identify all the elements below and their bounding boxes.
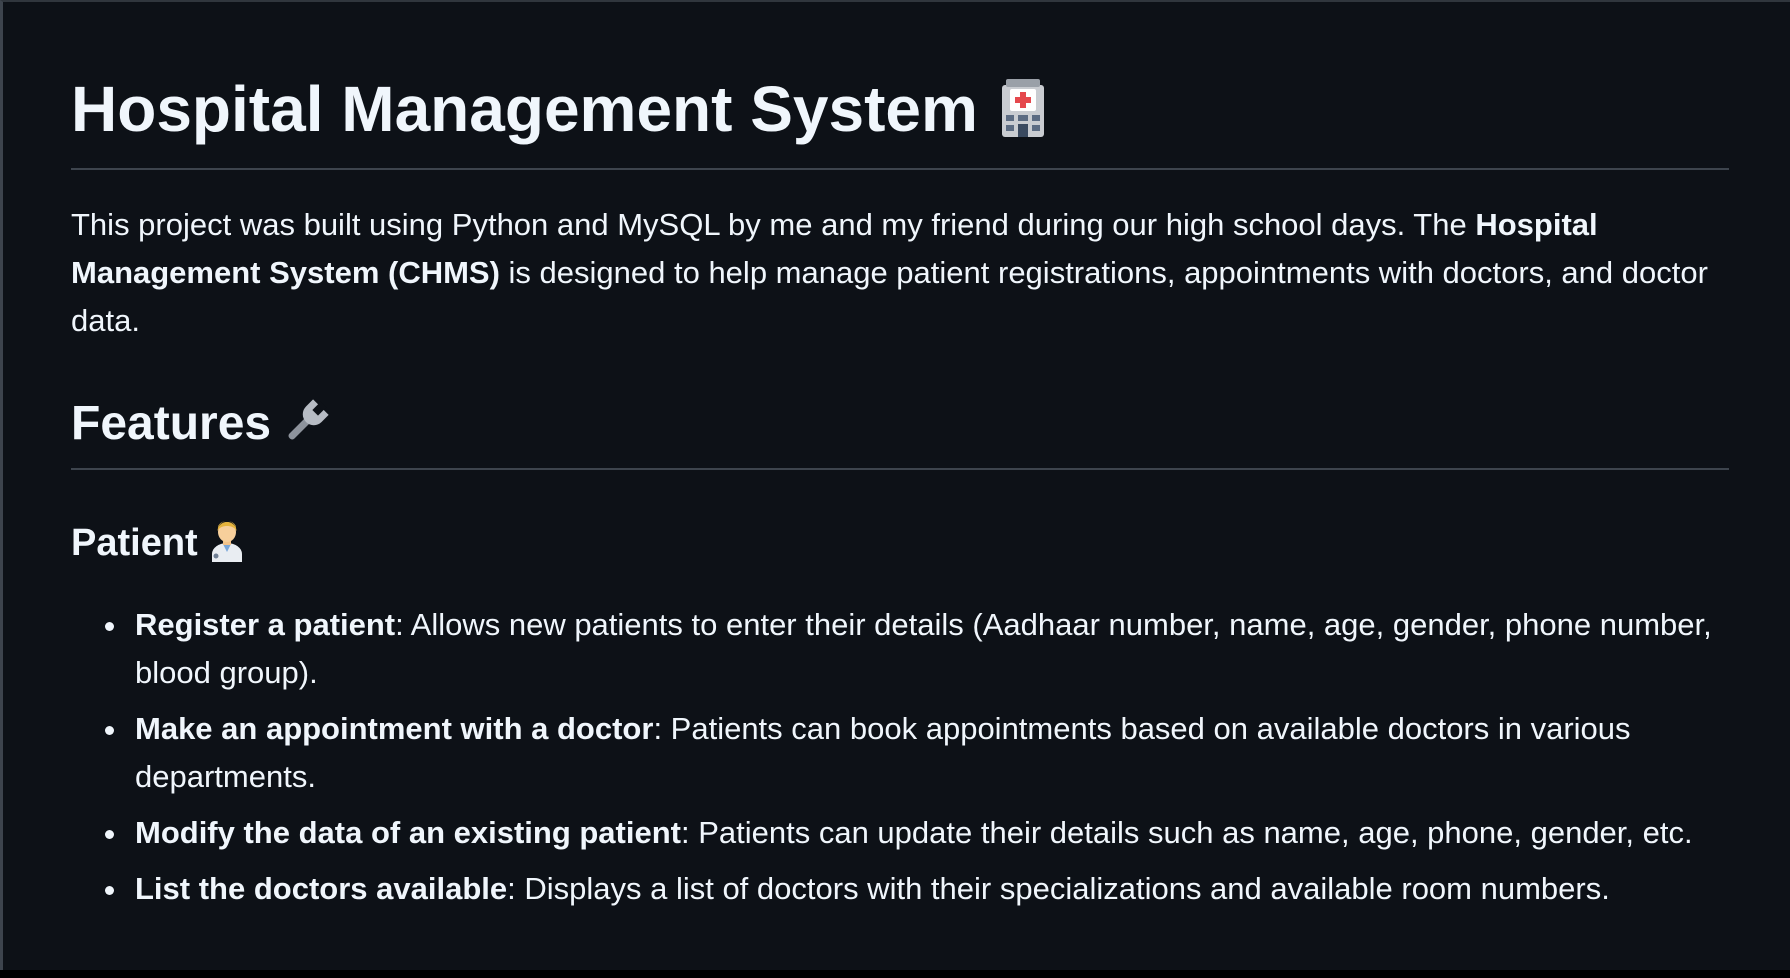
feature-title: Modify the data of an existing patient (135, 815, 681, 850)
intro-text-before: This project was built using Python and … (71, 207, 1476, 242)
list-item: Make an appointment with a doctor: Patie… (105, 705, 1729, 801)
patient-heading: Patient (71, 515, 246, 571)
list-item: Register a patient: Allows new patients … (105, 601, 1729, 697)
intro-paragraph: This project was built using Python and … (71, 201, 1729, 345)
features-section-header: Features (71, 394, 1729, 470)
page-title-text: Hospital Management System (71, 73, 978, 145)
hospital-icon (990, 75, 1056, 141)
patient-heading-text: Patient (71, 522, 198, 564)
health-worker-icon (208, 520, 246, 562)
feature-description: : Patients can update their details such… (680, 815, 1693, 850)
markdown-body: Hospital Management System This project … (71, 2, 1729, 906)
title-section: Hospital Management System (71, 2, 1729, 170)
page-title: Hospital Management System (71, 2, 1729, 150)
list-item: Modify the data of an existing patient: … (105, 809, 1729, 857)
features-heading-text: Features (71, 397, 272, 450)
features-heading: Features (71, 394, 1729, 454)
patient-feature-list: Register a patient: Allows new patients … (71, 601, 1729, 921)
feature-title: List the doctors available (135, 871, 508, 906)
feature-description: : Displays a list of doctors with their … (507, 871, 1610, 906)
list-item: List the doctors available: Displays a l… (105, 865, 1729, 913)
readme-viewer: Hospital Management System This project … (0, 0, 1790, 970)
feature-title: Make an appointment with a doctor (135, 711, 654, 746)
wrench-icon (281, 397, 331, 447)
feature-title: Register a patient (135, 607, 396, 642)
